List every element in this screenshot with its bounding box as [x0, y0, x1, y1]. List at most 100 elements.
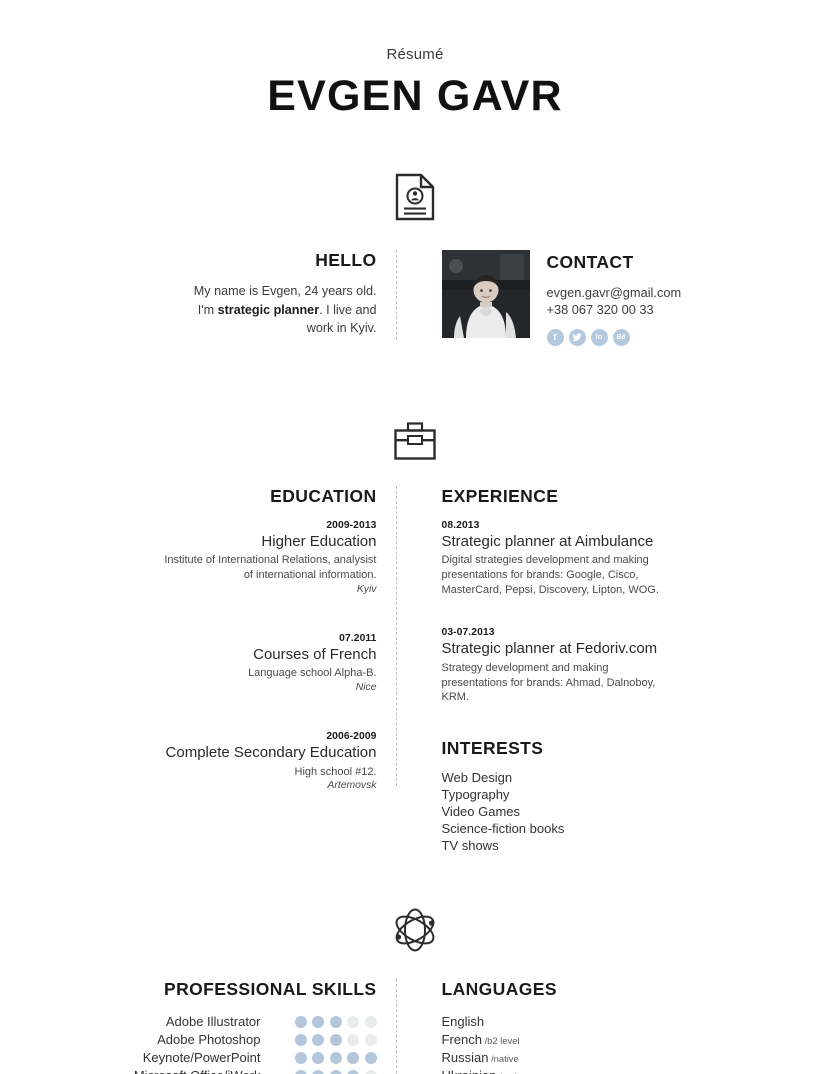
entry-description: High school #12. [294, 765, 377, 778]
language-row: Russian /native [442, 1049, 677, 1067]
interests-heading: INTERESTS [441, 737, 544, 758]
resume-page: Résumé EVGEN GAVR HELLO My name is Evgen… [0, 0, 830, 1074]
experience-column: EXPERIENCE 08.2013 Strategic planner at … [397, 486, 677, 855]
education-entry: 2006-2009 Complete Secondary Education H… [154, 731, 377, 791]
entry-title: Strategic planner at Fedoriv.com [441, 640, 658, 658]
skill-row: Adobe Illustrator [154, 1013, 377, 1031]
hello-column: HELLO My name is Evgen, 24 years old. I'… [154, 250, 396, 338]
hello-line-3: work in Kyiv. [306, 321, 377, 335]
interests-list: Web Design Typography Video Games Scienc… [442, 769, 677, 855]
entry-title: Courses of French [253, 645, 377, 663]
language-level-note: /native [488, 1053, 519, 1065]
interests-section: INTERESTS Web Design Typography Video Ga… [442, 738, 677, 855]
twitter-icon[interactable] [568, 328, 586, 346]
skill-rating [294, 1015, 377, 1028]
language-name: Ukrainian [442, 1068, 497, 1074]
rating-dot [364, 1015, 377, 1028]
language-label: Russian /native [442, 1050, 519, 1065]
rating-dot [312, 1015, 324, 1028]
hello-contact-section: HELLO My name is Evgen, 24 years old. I'… [0, 250, 830, 346]
list-item: TV shows [441, 838, 499, 854]
contact-phone[interactable]: +38 067 320 00 33 [547, 301, 682, 318]
education-entry: 2009-2013 Higher Education Institute of … [154, 519, 377, 595]
experience-heading: EXPERIENCE [441, 485, 559, 506]
hello-heading: HELLO [315, 250, 377, 270]
entry-description: Institute of International Relations, an… [164, 554, 377, 581]
language-label: French /b2 level [442, 1032, 520, 1047]
atom-icon [0, 907, 830, 953]
entry-title: Higher Education [261, 532, 377, 550]
avatar [441, 250, 530, 338]
entry-title: Complete Secondary Education [165, 743, 377, 761]
rating-dot [347, 1051, 359, 1064]
experience-entry: 03-07.2013 Strategic planner at Fedoriv.… [442, 627, 677, 705]
entry-title: Strategic planner at Aimbulance [441, 532, 654, 550]
entry-description: Language school Alpha-B. [248, 667, 377, 680]
entry-description: Digital strategies development and makin… [441, 554, 659, 596]
list-item: Video Games [441, 804, 521, 820]
entry-date: 07.2011 [339, 632, 377, 644]
list-item: Typography [441, 786, 510, 802]
entry-date: 2006-2009 [326, 730, 377, 742]
language-label: Ukrainian /native [442, 1068, 527, 1074]
rating-dot [294, 1033, 307, 1046]
skill-row: Adobe Photoshop [154, 1031, 377, 1049]
list-item: Science-fiction books [441, 821, 565, 837]
entry-date: 2009-2013 [326, 519, 377, 531]
skill-rating [294, 1033, 377, 1046]
languages-column: LANGUAGES English French /b2 level Russi… [397, 979, 677, 1074]
languages-list: English French /b2 level Russian /native [442, 1013, 677, 1074]
skill-row: Keynote/PowerPoint [143, 1049, 377, 1067]
document-profile-icon [0, 173, 830, 221]
resume-header: Résumé EVGEN GAVR [0, 0, 830, 121]
facebook-icon[interactable]: f [546, 328, 564, 346]
education-experience-section: EDUCATION 2009-2013 Higher Education Ins… [0, 485, 830, 855]
rating-dot [347, 1069, 359, 1074]
language-label: English [442, 1014, 485, 1029]
rating-dot [329, 1033, 342, 1046]
professional-skills-heading: PROFESSIONAL SKILLS [164, 978, 377, 999]
professional-skills-column: PROFESSIONAL SKILLS Adobe Illustrator Ad… [134, 978, 396, 1074]
rating-dot [312, 1051, 324, 1064]
experience-entry: 08.2013 Strategic planner at Aimbulance … [442, 520, 677, 598]
linkedin-icon[interactable]: in [590, 328, 608, 346]
resume-kicker: Résumé [386, 46, 444, 63]
rating-dot [364, 1051, 377, 1064]
entry-location: Artemovsk [327, 780, 377, 792]
skill-label: Adobe Illustrator [165, 1014, 261, 1030]
hello-text: My name is Evgen, 24 years old. I'm stra… [154, 282, 377, 338]
language-row: English [442, 1013, 677, 1031]
behance-icon[interactable]: Bē [612, 328, 630, 346]
entry-date: 03-07.2013 [441, 627, 495, 639]
language-level-note: /b2 level [481, 1035, 520, 1047]
skill-label: Microsoft Office/iWork [134, 1068, 261, 1074]
hello-line-2-post: . I live and [319, 302, 377, 317]
skill-label: Keynote/PowerPoint [142, 1050, 261, 1066]
briefcase-icon [0, 421, 830, 460]
contact-email[interactable]: evgen.gavr@gmail.com [547, 284, 682, 301]
skill-row: Microsoft Office/iWork [134, 1067, 377, 1074]
skills-list: Adobe Illustrator Adobe Photoshop Keynot… [134, 1013, 377, 1074]
hello-role: strategic planner [217, 302, 320, 317]
entry-date: 08.2013 [441, 519, 480, 531]
rating-dot [364, 1069, 377, 1074]
skills-languages-section: PROFESSIONAL SKILLS Adobe Illustrator Ad… [0, 978, 830, 1074]
hello-line-2-pre: I'm [197, 302, 218, 317]
experience-list: 08.2013 Strategic planner at Aimbulance … [442, 520, 677, 705]
entry-location: Nice [355, 681, 377, 693]
entry-location: Kyiv [356, 583, 377, 595]
language-name: English [441, 1014, 485, 1030]
rating-dot [294, 1069, 307, 1074]
rating-dot [312, 1033, 324, 1046]
language-row: French /b2 level [442, 1031, 677, 1049]
education-list: 2009-2013 Higher Education Institute of … [154, 519, 377, 792]
entry-description: Strategy development and making presenta… [441, 661, 656, 704]
hello-line-1: My name is Evgen, 24 years old. [193, 284, 377, 298]
rating-dot [329, 1015, 342, 1028]
language-row: Ukrainian /native [442, 1067, 677, 1074]
rating-dot [294, 1051, 307, 1064]
skill-rating [294, 1051, 377, 1064]
list-item: Web Design [441, 769, 513, 785]
page-title: EVGEN GAVR [267, 72, 563, 120]
languages-heading: LANGUAGES [441, 978, 557, 999]
